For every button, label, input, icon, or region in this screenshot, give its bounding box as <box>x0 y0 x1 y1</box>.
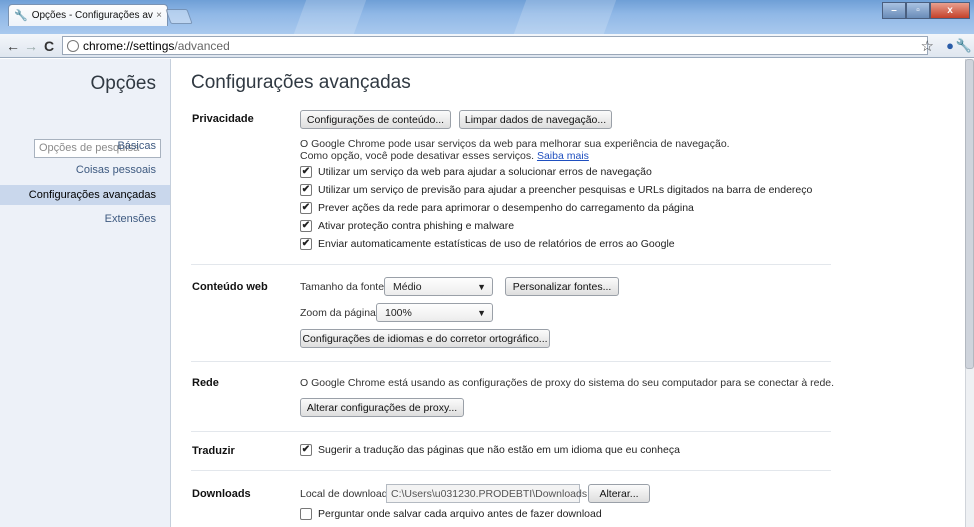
wrench-icon: 🔧 <box>14 10 28 22</box>
extension-icon[interactable]: ● <box>946 38 954 53</box>
privacy-opt-out-text: Como opção, você pode desativar esses se… <box>300 150 535 162</box>
privacy-section-label: Privacidade <box>192 113 254 125</box>
address-bar[interactable]: chrome://settings/advanced <box>62 36 928 55</box>
page-zoom-select[interactable]: 100% ▼ <box>376 303 493 322</box>
url-path: /advanced <box>174 38 230 53</box>
translate-option-row[interactable]: ✔ Sugerir a tradução das páginas que não… <box>300 444 680 456</box>
download-location-field[interactable]: C:\Users\u031230.PRODEBTI\Downloads <box>386 484 587 503</box>
vertical-scrollbar[interactable] <box>965 59 974 527</box>
sidebar-item-extensoes[interactable]: Extensões <box>105 213 156 225</box>
forward-icon[interactable]: → <box>22 37 40 55</box>
learn-more-link[interactable]: Saiba mais <box>537 150 589 162</box>
scrollbar-thumb[interactable] <box>965 59 974 369</box>
page-title: Configurações avançadas <box>191 72 411 93</box>
privacy-option-row[interactable]: ✔ Utilizar um serviço de previsão para a… <box>300 184 812 196</box>
title-bar-decoration <box>513 0 617 34</box>
network-section-label: Rede <box>192 377 219 389</box>
tab-title: Opções - Configurações av. <box>31 10 154 21</box>
title-bar: 🔧 Opções - Configurações av. × – ▫ x <box>0 0 974 34</box>
customize-fonts-button[interactable]: Personalizar fontes... <box>505 277 619 296</box>
minimize-button[interactable]: – <box>882 2 906 19</box>
sidebar-item-basicas[interactable]: Básicas <box>117 140 156 152</box>
font-size-label: Tamanho da fonte: <box>300 281 387 293</box>
checkbox-label: Utilizar um serviço de previsão para aju… <box>318 184 813 196</box>
privacy-description: O Google Chrome pode usar serviços da we… <box>300 138 730 150</box>
checkbox[interactable]: ✔ <box>300 238 312 250</box>
browser-tab[interactable]: 🔧 Opções - Configurações av. × <box>8 4 168 26</box>
url-host: chrome://settings <box>83 38 175 53</box>
checkbox[interactable]: ✔ <box>300 220 312 232</box>
page-icon <box>67 39 79 52</box>
checkbox[interactable]: ✔ <box>300 166 312 178</box>
web-content-section-label: Conteúdo web <box>192 281 268 293</box>
checkbox[interactable]: ✔ <box>300 184 312 196</box>
font-size-select[interactable]: Médio ▼ <box>384 277 493 296</box>
ask-download-location-row[interactable]: Perguntar onde salvar cada arquivo antes… <box>300 508 602 520</box>
privacy-option-row[interactable]: ✔ Prever ações da rede para aprimorar o … <box>300 202 694 214</box>
wrench-menu-icon[interactable]: 🔧 <box>956 38 972 54</box>
star-icon[interactable]: ☆ <box>921 37 934 55</box>
section-divider <box>191 361 831 362</box>
close-window-button[interactable]: x <box>930 2 970 19</box>
page-zoom-value: 100% <box>385 306 412 319</box>
checkbox-label: Ativar proteção contra phishing e malwar… <box>318 220 515 232</box>
sidebar-item-configuracoes-avancadas[interactable]: Configurações avançadas <box>0 185 170 205</box>
privacy-option-row[interactable]: ✔ Utilizar um serviço da web para ajudar… <box>300 166 652 178</box>
checkbox-label: Prever ações da rede para aprimorar o de… <box>318 202 694 214</box>
checkbox-label: Utilizar um serviço da web para ajudar a… <box>318 166 652 178</box>
privacy-option-row[interactable]: ✔ Ativar proteção contra phishing e malw… <box>300 220 514 232</box>
downloads-section-label: Downloads <box>192 488 251 500</box>
network-description: O Google Chrome está usando as configura… <box>300 377 835 389</box>
download-location-label: Local de download: <box>300 488 391 500</box>
checkbox[interactable] <box>300 508 312 520</box>
new-tab-button[interactable] <box>165 9 193 24</box>
privacy-option-row[interactable]: ✔ Enviar automaticamente estatísticas de… <box>300 238 675 250</box>
section-divider <box>191 470 831 471</box>
browser-toolbar: ← → C chrome://settings/advanced ☆ ● 🔧 <box>0 34 974 58</box>
checkbox-label: Sugerir a tradução das páginas que não e… <box>318 444 680 456</box>
window-controls: – ▫ x <box>882 2 970 19</box>
content-settings-button[interactable]: Configurações de conteúdo... <box>300 110 451 129</box>
main-content: Configurações avançadas Privacidade Conf… <box>171 59 974 527</box>
sidebar-title: Opções <box>90 73 156 94</box>
clear-browsing-data-button[interactable]: Limpar dados de navegação... <box>459 110 612 129</box>
sidebar-item-coisas-pessoais[interactable]: Coisas pessoais <box>76 164 156 176</box>
checkbox-label: Perguntar onde salvar cada arquivo antes… <box>318 508 602 520</box>
change-proxy-button[interactable]: Alterar configurações de proxy... <box>300 398 464 417</box>
privacy-description-line2: Como opção, você pode desativar esses se… <box>300 150 589 162</box>
translate-section-label: Traduzir <box>192 445 235 457</box>
checkbox-label: Enviar automaticamente estatísticas de u… <box>318 238 675 250</box>
maximize-button[interactable]: ▫ <box>906 2 930 19</box>
font-size-value: Médio <box>393 280 422 293</box>
title-bar-decoration <box>293 0 367 34</box>
chevron-down-icon: ▼ <box>477 281 486 292</box>
section-divider <box>191 264 831 265</box>
languages-settings-button[interactable]: Configurações de idiomas e do corretor o… <box>300 329 550 348</box>
sidebar: Opções Opções de pesquisa Básicas Coisas… <box>0 59 171 527</box>
tab-close-icon[interactable]: × <box>156 10 162 21</box>
checkbox[interactable]: ✔ <box>300 202 312 214</box>
change-download-location-button[interactable]: Alterar... <box>588 484 650 503</box>
chevron-down-icon: ▼ <box>477 307 486 318</box>
page-zoom-label: Zoom da página: <box>300 307 379 319</box>
checkbox[interactable]: ✔ <box>300 444 312 456</box>
section-divider <box>191 431 831 432</box>
back-icon[interactable]: ← <box>4 37 22 55</box>
reload-icon[interactable]: C <box>40 37 58 55</box>
